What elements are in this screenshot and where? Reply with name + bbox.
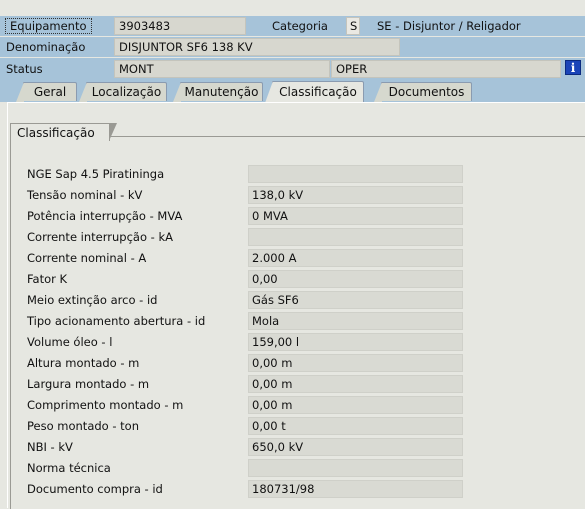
equipment-label[interactable]: Equipamento <box>5 18 92 34</box>
characteristic-label: Altura montado - m <box>27 356 140 370</box>
characteristic-label: Corrente interrupção - kA <box>27 230 173 244</box>
characteristic-label: Fator K <box>27 272 68 286</box>
denomination-row: Denominação DISJUNTOR SF6 138 KV <box>0 37 585 57</box>
characteristic-value[interactable]: 138,0 kV <box>248 186 463 204</box>
classification-row: Volume óleo - l 159,00 l <box>0 333 585 351</box>
tab-documentos[interactable]: Documentos <box>374 82 472 102</box>
characteristic-label: Largura montado - m <box>27 377 150 391</box>
classification-row: NGE Sap 4.5 Piratininga <box>0 165 585 183</box>
characteristic-value[interactable]: 2.000 A <box>248 249 463 267</box>
characteristic-label: Potência interrupção - MVA <box>27 209 183 223</box>
category-label: Categoria <box>272 19 328 33</box>
classification-row: Documento compra - id 180731/98 <box>0 480 585 498</box>
classification-row: Corrente interrupção - kA <box>0 228 585 246</box>
classification-row: Tensão nominal - kV 138,0 kV <box>0 186 585 204</box>
characteristic-value[interactable] <box>248 459 463 477</box>
classification-row: Largura montado - m 0,00 m <box>0 375 585 393</box>
category-code-field[interactable]: S <box>346 17 360 35</box>
characteristic-value[interactable]: 0,00 <box>248 270 463 288</box>
classification-row: NBI - kV 650,0 kV <box>0 438 585 456</box>
group-title: Classificação <box>10 123 117 141</box>
tab-localizacao[interactable]: Localização <box>79 82 167 102</box>
classification-row: Meio extinção arco - id Gás SF6 <box>0 291 585 309</box>
characteristic-value[interactable]: Mola <box>248 312 463 330</box>
status-label: Status <box>6 62 43 76</box>
tab-geral[interactable]: Geral <box>16 82 77 102</box>
denomination-label: Denominação <box>6 40 86 54</box>
classification-row: Comprimento montado - m 0,00 m <box>0 396 585 414</box>
classification-row: Peso montado - ton 0,00 t <box>0 417 585 435</box>
characteristic-label: Tipo acionamento abertura - id <box>27 314 206 328</box>
classification-row: Altura montado - m 0,00 m <box>0 354 585 372</box>
status-row: Status MONT OPER i <box>0 58 585 80</box>
tab-classificacao[interactable]: Classificação <box>265 81 364 103</box>
info-icon[interactable]: i <box>565 60 581 75</box>
system-status-field[interactable]: MONT <box>114 60 330 78</box>
tab-manutencao[interactable]: Manutenção <box>173 82 263 102</box>
classification-row: Fator K 0,00 <box>0 270 585 288</box>
user-status-field[interactable]: OPER <box>331 60 561 78</box>
classification-row: Potência interrupção - MVA 0 MVA <box>0 207 585 225</box>
characteristic-label: Documento compra - id <box>27 482 163 496</box>
characteristic-label: NBI - kV <box>27 440 73 454</box>
characteristic-label: NGE Sap 4.5 Piratininga <box>27 167 165 181</box>
characteristic-label: Peso montado - ton <box>27 419 139 433</box>
characteristic-label: Corrente nominal - A <box>27 251 147 265</box>
denomination-field[interactable]: DISJUNTOR SF6 138 KV <box>114 38 400 56</box>
characteristic-value[interactable]: 0 MVA <box>248 207 463 225</box>
classification-row: Tipo acionamento abertura - id Mola <box>0 312 585 330</box>
characteristic-label: Tensão nominal - kV <box>27 188 143 202</box>
characteristic-value[interactable] <box>248 165 463 183</box>
classification-row: Corrente nominal - A 2.000 A <box>0 249 585 267</box>
characteristic-value[interactable]: Gás SF6 <box>248 291 463 309</box>
equipment-field[interactable]: 3903483 <box>114 17 246 35</box>
classification-row: Norma técnica <box>0 459 585 477</box>
characteristic-value[interactable]: 0,00 t <box>248 417 463 435</box>
characteristic-value[interactable]: 0,00 m <box>248 396 463 414</box>
equipment-row: Equipamento 3903483 Categoria S SE - Dis… <box>0 16 585 36</box>
characteristic-value[interactable] <box>248 228 463 246</box>
characteristic-label: Norma técnica <box>27 461 111 475</box>
characteristic-value[interactable]: 0,00 m <box>248 354 463 372</box>
characteristic-label: Meio extinção arco - id <box>27 293 158 307</box>
characteristic-value[interactable]: 0,00 m <box>248 375 463 393</box>
characteristic-label: Comprimento montado - m <box>27 398 184 412</box>
category-description: SE - Disjuntor / Religador <box>377 19 521 33</box>
characteristic-value[interactable]: 650,0 kV <box>248 438 463 456</box>
characteristic-value[interactable]: 159,00 l <box>248 333 463 351</box>
characteristic-value[interactable]: 180731/98 <box>248 480 463 498</box>
characteristic-label: Volume óleo - l <box>27 335 113 349</box>
